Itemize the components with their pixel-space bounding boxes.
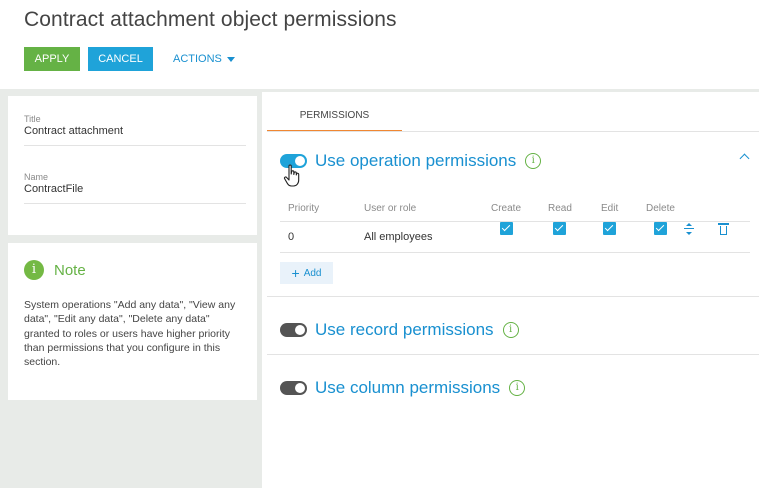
column-permissions-section: Use column permissions i (280, 378, 526, 398)
create-checkbox[interactable] (500, 222, 513, 235)
column-permissions-info-icon[interactable]: i (509, 380, 526, 396)
column-priority: Priority (288, 203, 320, 214)
permissions-panel: PERMISSIONS Use operation permissions i … (262, 89, 759, 488)
record-permissions-label[interactable]: Use record permissions (315, 320, 494, 340)
record-permissions-toggle[interactable] (280, 323, 307, 337)
operation-permissions-info-icon[interactable]: i (525, 153, 542, 169)
cancel-button[interactable]: CANCEL (88, 47, 153, 71)
reorder-icon[interactable] (684, 222, 694, 236)
column-read: Read (548, 203, 572, 214)
row-priority: 0 (288, 231, 295, 243)
info-card: Title Contract attachment Name ContractF… (8, 96, 257, 235)
apply-button[interactable]: APPLY (24, 47, 80, 71)
hand-pointer-icon (283, 164, 300, 187)
column-user-or-role: User or role (364, 203, 417, 214)
column-permissions-label[interactable]: Use column permissions (315, 378, 500, 398)
panel-top-divider (262, 89, 759, 92)
tabs-divider (267, 131, 759, 132)
column-permissions-toggle[interactable] (280, 381, 307, 395)
actions-label: ACTIONS (173, 53, 222, 65)
name-field: Name ContractFile (24, 172, 246, 204)
page-title: Contract attachment object permissions (24, 8, 397, 31)
record-permissions-info-icon[interactable]: i (502, 322, 519, 338)
operation-permissions-label[interactable]: Use operation permissions (315, 151, 516, 171)
note-title: Note (54, 261, 86, 279)
table-row[interactable]: 0 All employees (280, 221, 750, 253)
plus-icon: + (291, 265, 300, 281)
section-divider (267, 296, 759, 297)
column-create: Create (491, 203, 522, 214)
tab-permissions[interactable]: PERMISSIONS (267, 107, 402, 132)
note-card: i Note System operations "Add any data",… (8, 243, 257, 400)
column-delete: Delete (646, 203, 675, 214)
title-field-value[interactable]: Contract attachment (24, 125, 246, 137)
add-button-label: Add (303, 267, 322, 279)
operation-permissions-section: Use operation permissions i (280, 151, 542, 171)
trash-icon[interactable] (718, 222, 729, 235)
name-field-label: Name (24, 172, 49, 182)
caret-down-icon (226, 56, 235, 62)
row-user-or-role: All employees (364, 231, 433, 243)
toolbar: APPLY CANCEL ACTIONS (24, 47, 249, 71)
delete-checkbox[interactable] (654, 222, 667, 235)
actions-button[interactable]: ACTIONS (161, 47, 241, 71)
title-field: Title Contract attachment (24, 114, 246, 146)
section-divider (267, 354, 759, 355)
add-button[interactable]: + Add (280, 262, 333, 284)
note-text: System operations "Add any data", "View … (24, 299, 236, 369)
edit-checkbox[interactable] (603, 222, 616, 235)
column-edit: Edit (601, 203, 619, 214)
title-field-label: Title (24, 114, 41, 124)
name-field-value[interactable]: ContractFile (24, 183, 246, 195)
permissions-grid-header: Priority User or role Create Read Edit D… (280, 203, 750, 223)
chevron-up-icon[interactable] (739, 153, 750, 164)
note-info-icon: i (24, 260, 44, 280)
note-header: i Note (24, 260, 86, 280)
record-permissions-section: Use record permissions i (280, 320, 519, 340)
read-checkbox[interactable] (553, 222, 566, 235)
